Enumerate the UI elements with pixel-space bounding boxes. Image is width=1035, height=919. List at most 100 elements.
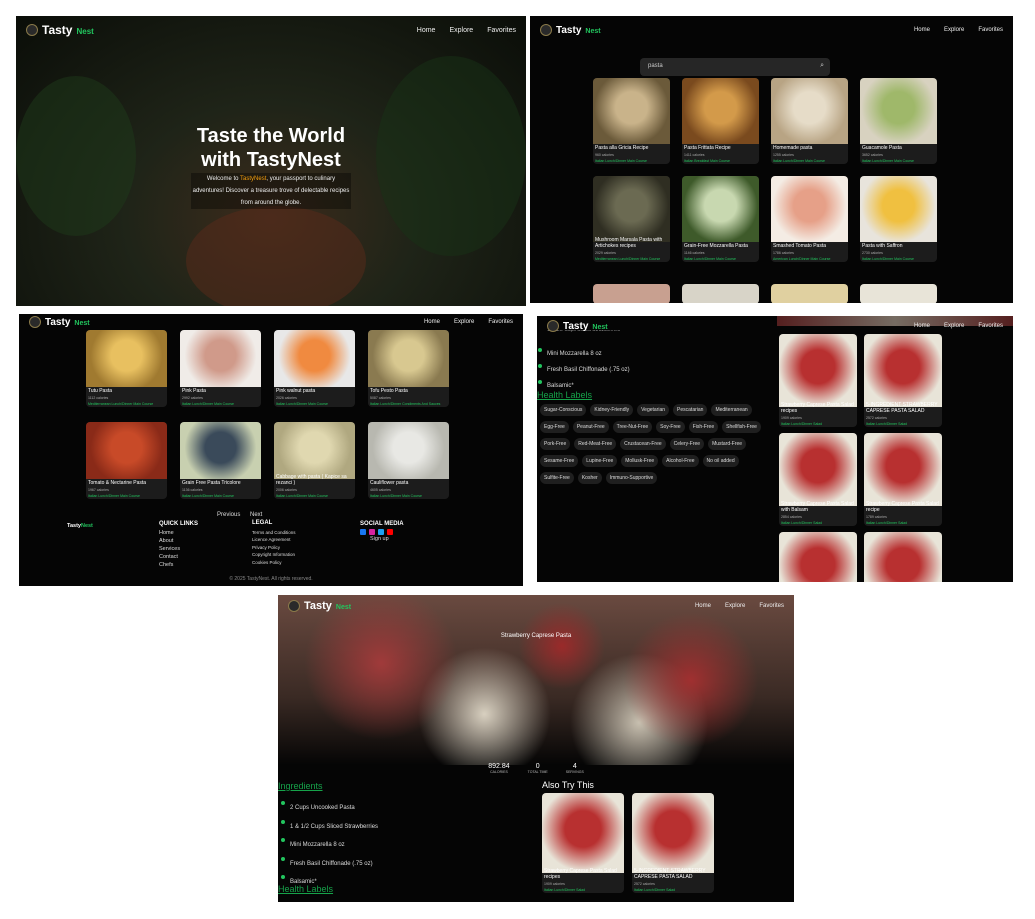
recipe-card-image[interactable]: [771, 78, 848, 144]
recipe-card[interactable]: Pink walnut pasta 2026 calories Italian Lu…: [274, 330, 355, 407]
recipe-card-title[interactable]: Grain-Free Mozzarella Pasta: [684, 243, 757, 249]
recipe-card-title[interactable]: Cauliflower pasta: [370, 480, 447, 486]
recipe-card-image[interactable]: [860, 176, 937, 242]
recipe-card[interactable]: Strawberry Caprese Pasta Salad recipe 178…: [864, 433, 942, 526]
recipe-card-title[interactable]: Grain Free Pasta Tricolore: [182, 480, 259, 486]
recipe-card[interactable]: Strawberry Caprese Salad3016 caloriesIta…: [864, 532, 942, 582]
nav-explore[interactable]: Explore: [454, 319, 474, 325]
footer-link-copyright[interactable]: Copyright Information: [252, 551, 296, 559]
recipe-card-title[interactable]: Pink walnut pasta: [276, 388, 353, 394]
recipe-card[interactable]: Tomato & Nectarine Pasta 1967 calories Ita…: [86, 422, 167, 499]
recipe-card[interactable]: Strawberry Caprese Pasta892 caloriesItal…: [779, 532, 857, 582]
recipe-card[interactable]: Pasta with Saffron 2730 calories Italian L…: [860, 176, 937, 262]
recipe-card-title[interactable]: Tofu Pesto Pasta: [370, 388, 447, 394]
recipe-card-image[interactable]: [593, 284, 670, 303]
recipe-card-title[interactable]: 5-INGREDIENT STRAWBERRY CAPRESE PASTA SA…: [866, 402, 940, 414]
signup-link[interactable]: Sign up: [370, 535, 404, 543]
recipe-card[interactable]: Homemade pasta 1255 calories Italian Lunch…: [771, 78, 848, 164]
recipe-card-title[interactable]: Pasta alla Gricia Recipe: [595, 145, 668, 151]
nav-home[interactable]: Home: [417, 27, 436, 34]
recipe-card-image[interactable]: [542, 793, 624, 873]
recipe-card-image[interactable]: [274, 330, 355, 387]
recipe-card-image[interactable]: [274, 422, 355, 479]
recipe-card[interactable]: Cabbage with pasta ( Kapice sa rezanci )…: [274, 422, 355, 499]
recipe-card[interactable]: Pasta Frittata Recipe 1411 calories Italia…: [682, 78, 759, 164]
recipe-card-image[interactable]: [860, 78, 937, 144]
recipe-card[interactable]: Strawberry Caprese Pasta Salad recipes 19…: [542, 793, 624, 893]
nav-home[interactable]: Home: [695, 603, 711, 609]
recipe-card-title[interactable]: Strawberry Caprese Pasta Salad recipe: [866, 501, 940, 513]
recipe-card[interactable]: Mushroom Marsala Pasta with Artichokes r…: [593, 176, 670, 262]
brand-logo[interactable]: Tasty Nest: [547, 320, 608, 332]
previous-button[interactable]: Previous: [217, 512, 240, 518]
recipe-card[interactable]: Grain-Free Mozzarella Pasta 1146 calories…: [682, 176, 759, 262]
recipe-card[interactable]: Tutu Pasta 1112 calories Mediterranean Lun…: [86, 330, 167, 407]
footer-link-services[interactable]: Services: [159, 545, 198, 553]
nav-favorites[interactable]: Favorites: [488, 319, 513, 325]
search-input[interactable]: pasta ⌕: [640, 58, 830, 76]
recipe-card-title[interactable]: Pink Pasta: [182, 388, 259, 394]
recipe-card-title[interactable]: Tomato & Nectarine Pasta: [88, 480, 165, 486]
recipe-card-image[interactable]: [864, 334, 942, 407]
recipe-card-title[interactable]: Homemade pasta: [773, 145, 846, 151]
recipe-card[interactable]: 5-INGREDIENT STRAWBERRY CAPRESE PASTA SA…: [632, 793, 714, 893]
recipe-card-image[interactable]: [779, 532, 857, 582]
recipe-card-title[interactable]: Guacamole Pasta: [862, 145, 935, 151]
recipe-card-image[interactable]: [682, 284, 759, 303]
recipe-card-title[interactable]: Strawberry Caprese Pasta Salad recipes: [544, 868, 622, 880]
footer-link-contact[interactable]: Contact: [159, 553, 198, 561]
recipe-card-image[interactable]: [779, 433, 857, 506]
nav-explore[interactable]: Explore: [944, 323, 964, 329]
recipe-card[interactable]: Grain Free Pasta Tricolore 1136 calories I…: [180, 422, 261, 499]
footer-link-home[interactable]: Home: [159, 529, 198, 537]
recipe-card-image[interactable]: [771, 284, 848, 303]
nav-favorites[interactable]: Favorites: [487, 27, 516, 34]
recipe-card-title[interactable]: Mushroom Marsala Pasta with Artichokes r…: [595, 237, 668, 249]
nav-explore[interactable]: Explore: [725, 603, 745, 609]
recipe-card[interactable]: Tofu Pesto Pasta 5087 calories Italian Lun…: [368, 330, 449, 407]
recipe-card-title[interactable]: Strawberry Caprese Pasta Salad with Bals…: [781, 501, 855, 513]
footer-link-privacy[interactable]: Privacy Policy: [252, 544, 296, 552]
recipe-card-image[interactable]: [86, 330, 167, 387]
nav-home[interactable]: Home: [914, 27, 930, 33]
recipe-card-title[interactable]: Pasta with Saffron: [862, 243, 935, 249]
footer-link-cookies[interactable]: Cookies Policy: [252, 559, 296, 567]
recipe-card-image[interactable]: [368, 422, 449, 479]
recipe-card-title[interactable]: Pasta Frittata Recipe: [684, 145, 757, 151]
footer-link-licence[interactable]: Licence Agreement: [252, 536, 296, 544]
recipe-card-image[interactable]: [593, 78, 670, 144]
recipe-card-title[interactable]: Smashed Tomato Pasta: [773, 243, 846, 249]
recipe-card-title[interactable]: Cabbage with pasta ( Kapice sa rezanci ): [276, 474, 353, 486]
brand-logo[interactable]: Tasty Nest: [29, 316, 90, 328]
footer-link-about[interactable]: About: [159, 537, 198, 545]
recipe-card[interactable]: Strawberry Caprese Pasta Salad with Bals…: [779, 433, 857, 526]
recipe-card-image[interactable]: [368, 330, 449, 387]
recipe-card-image[interactable]: [593, 176, 670, 242]
nav-explore[interactable]: Explore: [449, 27, 473, 34]
brand-logo[interactable]: Tasty Nest: [540, 24, 601, 36]
recipe-card-image[interactable]: [632, 793, 714, 873]
recipe-card[interactable]: Pasta alla Gricia Recipe 960 calories Ital…: [593, 78, 670, 164]
nav-home[interactable]: Home: [424, 319, 440, 325]
recipe-card-image[interactable]: [682, 78, 759, 144]
recipe-card-image[interactable]: [864, 532, 942, 582]
nav-favorites[interactable]: Favorites: [978, 27, 1003, 33]
nav-explore[interactable]: Explore: [944, 27, 964, 33]
recipe-card[interactable]: Smashed Tomato Pasta 1786 calories America…: [771, 176, 848, 262]
recipe-card-title[interactable]: Strawberry Caprese Pasta Salad recipes: [781, 402, 855, 414]
recipe-card-image[interactable]: [779, 334, 857, 407]
recipe-card[interactable]: Strawberry Caprese Pasta Salad recipes 19…: [779, 334, 857, 427]
brand-logo[interactable]: Tasty Nest: [288, 600, 351, 612]
recipe-card-image[interactable]: [682, 176, 759, 242]
recipe-card-image[interactable]: [180, 330, 261, 387]
brand-logo[interactable]: Tasty Nest: [26, 23, 94, 37]
footer-logo[interactable]: TastyNest: [67, 522, 93, 530]
recipe-card-title[interactable]: 5-INGREDIENT STRAWBERRY CAPRESE PASTA SA…: [634, 868, 712, 880]
search-icon[interactable]: ⌕: [820, 62, 824, 70]
facebook-icon[interactable]: [360, 529, 366, 535]
recipe-card-image[interactable]: [86, 422, 167, 479]
recipe-card[interactable]: Pink Pasta 2992 calories Italian Lunch/Din…: [180, 330, 261, 407]
nav-favorites[interactable]: Favorites: [759, 603, 784, 609]
footer-link-terms[interactable]: Terms and Conditions: [252, 529, 296, 537]
recipe-card[interactable]: 5-INGREDIENT STRAWBERRY CAPRESE PASTA SA…: [864, 334, 942, 427]
